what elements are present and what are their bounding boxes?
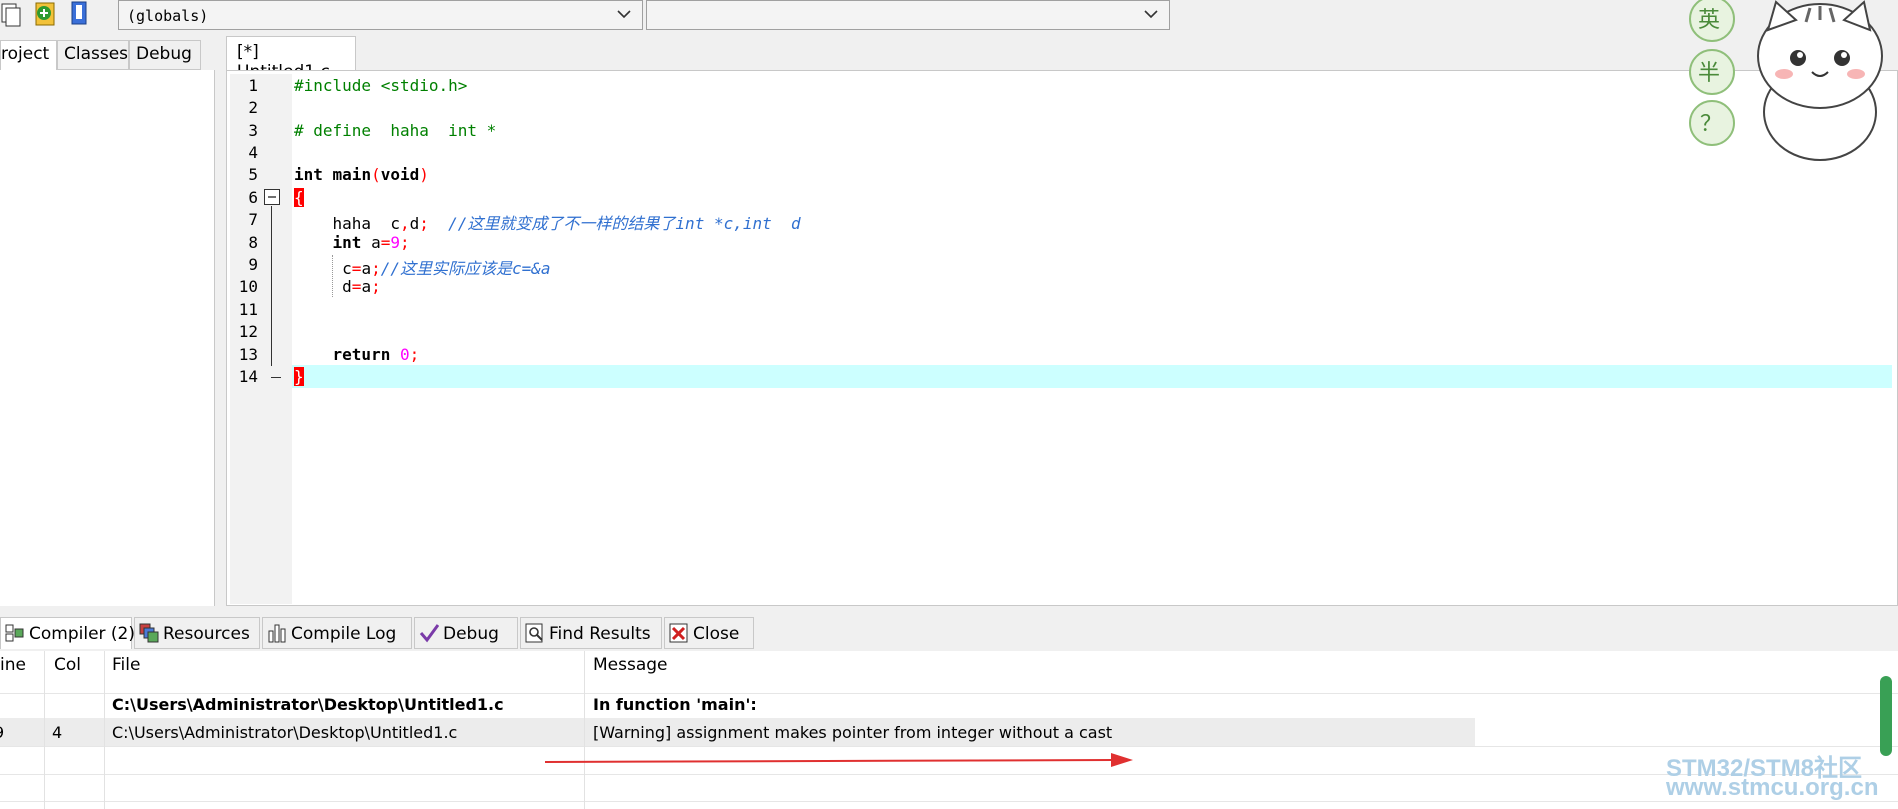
line-number: 9 — [248, 255, 258, 274]
bookmark-icon[interactable] — [66, 0, 94, 28]
add-file-icon[interactable] — [32, 0, 60, 28]
tab-compile-log[interactable]: Compile Log — [262, 617, 412, 649]
code-line: int main(void) — [294, 165, 429, 184]
tab-resources[interactable]: Resources — [134, 617, 260, 649]
line-number: 2 — [248, 98, 258, 117]
watermark-url: www.stmcu.org.cn — [1666, 774, 1879, 801]
tab-debug[interactable]: Debug — [414, 617, 518, 649]
code-line: d=a; — [294, 277, 381, 296]
cat-sticker: 英 半 ？ — [1680, 0, 1898, 165]
resources-icon — [139, 623, 159, 643]
line-number: 7 — [248, 210, 258, 229]
line-number: 10 — [238, 277, 258, 296]
scrollbar-thumb[interactable] — [1880, 676, 1892, 756]
check-icon — [419, 623, 440, 643]
column-divider — [44, 651, 45, 809]
column-divider — [104, 651, 105, 809]
cell-message: In function 'main': — [593, 695, 757, 714]
chevron-down-icon — [1143, 7, 1159, 25]
close-icon — [669, 623, 689, 643]
line-number: 11 — [238, 300, 258, 319]
line-number: 5 — [248, 165, 258, 184]
cell-col: 4 — [52, 723, 63, 742]
tab-close[interactable]: Close — [664, 617, 754, 649]
line-number: 4 — [248, 143, 258, 162]
tab-compiler[interactable]: Compiler (2) — [0, 617, 135, 649]
line-number: 8 — [248, 233, 258, 252]
bottom-tabs: Compiler (2) Resources Compile Log Debug… — [0, 617, 760, 651]
function-combo[interactable] — [646, 0, 1170, 30]
annotation-arrow — [544, 752, 1135, 777]
chevron-down-icon — [616, 7, 632, 25]
search-icon — [525, 623, 545, 643]
toolbar: (globals) — [0, 0, 1898, 36]
cell-file: C:\Users\Administrator\Desktop\Untitled1… — [112, 695, 504, 714]
tab-project[interactable]: roject — [0, 40, 57, 70]
column-divider — [584, 651, 585, 809]
line-number: 14 — [238, 367, 258, 386]
line-number: 1 — [248, 76, 258, 95]
fold-end — [271, 377, 281, 378]
code-line: #include <stdio.h> — [294, 76, 468, 95]
cell-file: C:\Users\Administrator\Desktop\Untitled1… — [112, 723, 458, 742]
fold-collapse-icon[interactable] — [264, 189, 280, 205]
indent-guide — [332, 255, 334, 297]
code-line: } — [294, 367, 304, 386]
row-divider — [0, 693, 1898, 694]
copy-icon[interactable] — [0, 0, 28, 28]
code-line: return 0; — [294, 345, 420, 364]
line-number: 6 — [248, 188, 258, 207]
tab-debug-left[interactable]: Debug — [129, 40, 201, 70]
globals-combo[interactable]: (globals) — [118, 0, 643, 30]
tab-classes[interactable]: Classes — [57, 40, 129, 70]
project-browser[interactable] — [0, 70, 215, 606]
left-panel-tabs: roject Classes Debug — [0, 40, 215, 70]
line-number: 13 — [238, 345, 258, 364]
cell-line: 9 — [0, 723, 4, 742]
header-file[interactable]: File — [112, 655, 140, 675]
code-line: { — [294, 188, 304, 207]
header-message[interactable]: Message — [593, 655, 668, 675]
bar-chart-icon — [267, 623, 287, 643]
code-line: int a=9; — [294, 233, 410, 252]
compiler-icon — [5, 623, 25, 643]
tab-untitled1[interactable]: [*] Untitled1.c — [226, 36, 356, 82]
code-line: haha c,d; //这里就变成了不一样的结果了int *c,int d — [294, 214, 801, 233]
sticker-char: 英 — [1698, 8, 1721, 33]
sticker-char: ？ — [1700, 112, 1723, 137]
code-line: # define haha int * — [294, 121, 497, 140]
tab-find-results[interactable]: Find Results — [520, 617, 662, 649]
header-col[interactable]: Col — [54, 655, 81, 675]
cell-message: [Warning] assignment makes pointer from … — [593, 723, 1113, 742]
row-divider — [0, 801, 1898, 802]
line-number: 12 — [238, 322, 258, 341]
row-divider — [0, 746, 1898, 747]
fold-line — [271, 206, 272, 366]
code-editor[interactable] — [226, 70, 1898, 606]
current-line-highlight — [292, 365, 1892, 388]
line-number: 3 — [248, 121, 258, 140]
header-line[interactable]: ine — [0, 655, 26, 675]
sticker-char: 半 — [1698, 61, 1721, 86]
